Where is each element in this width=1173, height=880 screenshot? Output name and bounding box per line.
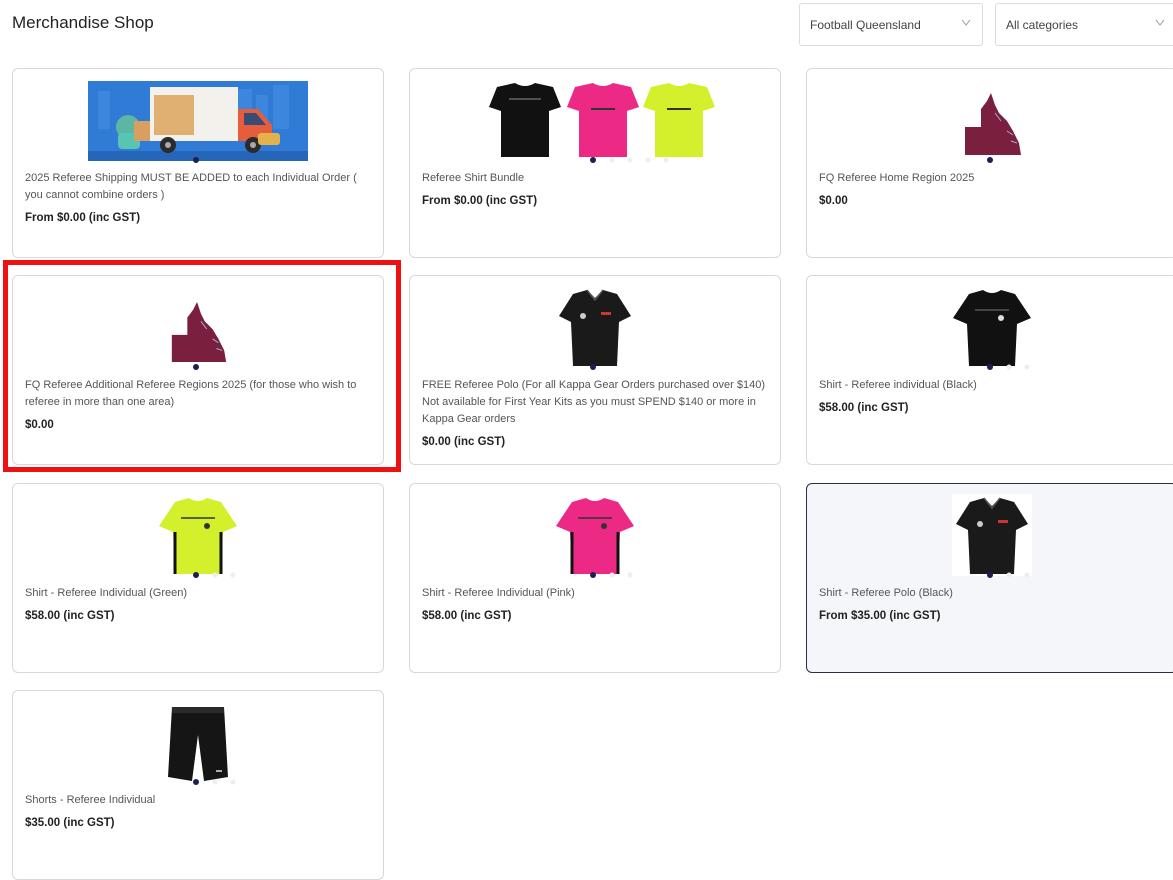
black-shirt-image	[953, 290, 1031, 366]
product-card-pink-shirt[interactable]: Shirt - Referee Individual (Pink) $58.00…	[409, 483, 781, 673]
queensland-map-image	[171, 301, 227, 363]
product-price: $0.00 (inc GST)	[422, 436, 506, 448]
product-price: $0.00	[819, 195, 848, 207]
product-price: $35.00 (inc GST)	[25, 817, 115, 829]
chevron-down-icon	[1155, 19, 1165, 26]
organisation-select-value: Football Queensland	[810, 18, 921, 32]
image-carousel-dots[interactable]	[590, 364, 600, 370]
queensland-map-image	[965, 93, 1021, 155]
image-carousel-dots[interactable]	[193, 157, 203, 163]
product-card-green-shirt[interactable]: Shirt - Referee Individual (Green) $58.0…	[12, 483, 384, 673]
page-title: Merchandise Shop	[12, 13, 154, 32]
image-carousel-dots[interactable]	[193, 364, 203, 370]
product-name[interactable]: FQ Referee Additional Referee Regions 20…	[25, 377, 369, 411]
black-polo-image	[559, 289, 631, 366]
shipping-truck-image	[88, 81, 308, 161]
product-card-home-region[interactable]: FQ Referee Home Region 2025 $0.00	[806, 68, 1173, 258]
product-card-shirt-bundle[interactable]: Referee Shirt Bundle From $0.00 (inc GST…	[409, 68, 781, 258]
product-card-free-polo[interactable]: FREE Referee Polo (For all Kappa Gear Or…	[409, 275, 781, 465]
product-price: $0.00	[25, 419, 54, 431]
product-name[interactable]: FREE Referee Polo (For all Kappa Gear Or…	[422, 377, 766, 428]
product-name[interactable]: Shorts - Referee Individual	[25, 792, 369, 809]
chevron-down-icon	[961, 19, 971, 26]
image-carousel-dots[interactable]	[193, 779, 243, 785]
product-name[interactable]: Shirt - Referee individual (Black)	[819, 377, 1163, 394]
image-carousel-dots[interactable]	[193, 572, 243, 578]
black-polo-image	[952, 494, 1032, 576]
product-card-shorts[interactable]: Shorts - Referee Individual $35.00 (inc …	[12, 690, 384, 880]
product-name[interactable]: FQ Referee Home Region 2025	[819, 170, 1163, 187]
product-price: $58.00 (inc GST)	[422, 610, 512, 622]
category-select[interactable]: All categories	[995, 3, 1173, 46]
product-name[interactable]: Referee Shirt Bundle	[422, 170, 766, 187]
pink-shirt-image	[556, 498, 634, 574]
image-carousel-dots[interactable]	[590, 157, 680, 163]
image-carousel-dots[interactable]	[987, 572, 1037, 578]
category-select-value: All categories	[1006, 18, 1079, 32]
image-carousel-dots[interactable]	[590, 572, 640, 578]
product-price: $58.00 (inc GST)	[25, 610, 115, 622]
product-card-shipping[interactable]: 2025 Referee Shipping MUST BE ADDED to e…	[12, 68, 384, 258]
product-name[interactable]: 2025 Referee Shipping MUST BE ADDED to e…	[25, 170, 369, 204]
product-name[interactable]: Shirt - Referee Individual (Green)	[25, 585, 369, 602]
product-price: From $35.00 (inc GST)	[819, 610, 941, 622]
image-carousel-dots[interactable]	[987, 157, 997, 163]
organisation-select[interactable]: Football Queensland	[799, 3, 983, 46]
product-card-black-shirt[interactable]: Shirt - Referee individual (Black) $58.0…	[806, 275, 1173, 465]
product-name[interactable]: Shirt - Referee Individual (Pink)	[422, 585, 766, 602]
black-shorts-image	[168, 707, 228, 781]
green-shirt-image	[159, 498, 237, 574]
product-card-polo-black[interactable]: Shirt - Referee Polo (Black) From $35.00…	[806, 483, 1173, 673]
product-name[interactable]: Shirt - Referee Polo (Black)	[819, 585, 1163, 602]
product-price: From $0.00 (inc GST)	[25, 212, 141, 224]
product-card-additional-regions[interactable]: FQ Referee Additional Referee Regions 20…	[12, 275, 384, 465]
image-carousel-dots[interactable]	[987, 364, 1037, 370]
shirt-bundle-image	[489, 83, 715, 157]
product-price: $58.00 (inc GST)	[819, 402, 909, 414]
product-price: From $0.00 (inc GST)	[422, 195, 538, 207]
